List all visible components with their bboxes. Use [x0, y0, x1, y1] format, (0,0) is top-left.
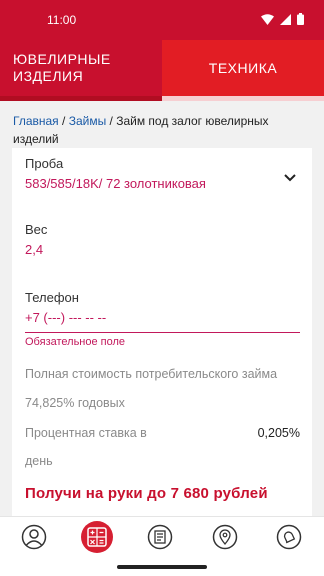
profile-icon — [21, 524, 47, 550]
location-icon — [212, 524, 238, 550]
category-tabs: ЮВЕЛИРНЫЕ ИЗДЕЛИЯ ТЕХНИКА — [0, 40, 324, 96]
tab-electronics[interactable]: ТЕХНИКА — [162, 40, 324, 96]
breadcrumb-home-link[interactable]: Главная — [13, 114, 59, 128]
home-indicator[interactable] — [117, 565, 207, 569]
tab-jewelry-label-line2: ИЗДЕЛИЯ — [13, 68, 84, 84]
system-gesture-bar — [0, 556, 324, 576]
breadcrumb-loans-link[interactable]: Займы — [69, 114, 107, 128]
full-cost-value: 74,825% годовых — [25, 396, 125, 410]
nav-notifications[interactable] — [273, 521, 305, 553]
required-field-error: Обязательное поле — [25, 336, 126, 348]
loan-calculator-card: Проба 583/585/18K/ 72 золотниковая Вес 2… — [12, 148, 312, 518]
nav-documents[interactable] — [144, 521, 176, 553]
weight-value: 2,4 — [25, 242, 44, 257]
tab-jewelry[interactable]: ЮВЕЛИРНЫЕ ИЗДЕЛИЯ — [0, 40, 162, 96]
rate-label-line1: Процентная ставка в — [25, 426, 147, 440]
nav-calculator[interactable] — [81, 521, 113, 553]
proba-label: Проба — [25, 156, 64, 171]
phone-field[interactable]: Телефон +7 (---) --- -- -- — [12, 284, 312, 334]
tab-indicator-track — [0, 96, 324, 101]
document-icon — [147, 524, 173, 550]
tab-electronics-label: ТЕХНИКА — [208, 60, 278, 76]
tab-jewelry-label-line1: ЮВЕЛИРНЫЕ — [13, 51, 111, 67]
battery-icon — [297, 13, 304, 25]
signal-icon — [280, 13, 291, 25]
tab-indicator — [0, 96, 162, 101]
weight-field[interactable]: Вес 2,4 — [12, 214, 312, 262]
bell-icon — [276, 524, 302, 550]
status-icons — [261, 13, 304, 25]
rate-label-line2: день — [25, 454, 53, 468]
phone-label: Телефон — [25, 290, 79, 305]
phone-value: +7 (---) --- -- -- — [25, 310, 107, 325]
status-bar: 11:00 — [0, 0, 324, 40]
bottom-navigation — [0, 516, 324, 556]
proba-select[interactable]: Проба 583/585/18K/ 72 золотниковая — [12, 148, 312, 196]
weight-label: Вес — [25, 222, 48, 237]
calculator-icon — [87, 527, 107, 547]
phone-underline — [25, 332, 300, 333]
status-time: 11:00 — [47, 13, 77, 27]
breadcrumb: Главная / Займы / Займ под залог ювелирн… — [13, 112, 313, 148]
rate-value: 0,205% — [257, 426, 300, 440]
breadcrumb-separator: / — [106, 114, 117, 128]
breadcrumb-separator: / — [58, 114, 69, 128]
full-cost-label: Полная стоимость потребительского займа — [25, 367, 278, 381]
chevron-down-icon — [284, 174, 296, 182]
nav-profile[interactable] — [18, 521, 50, 553]
wifi-icon — [261, 13, 274, 25]
payout-promo: Получи на руки до 7 680 рублей — [25, 485, 268, 502]
proba-value: 583/585/18K/ 72 золотниковая — [25, 176, 206, 191]
nav-branches[interactable] — [209, 521, 241, 553]
